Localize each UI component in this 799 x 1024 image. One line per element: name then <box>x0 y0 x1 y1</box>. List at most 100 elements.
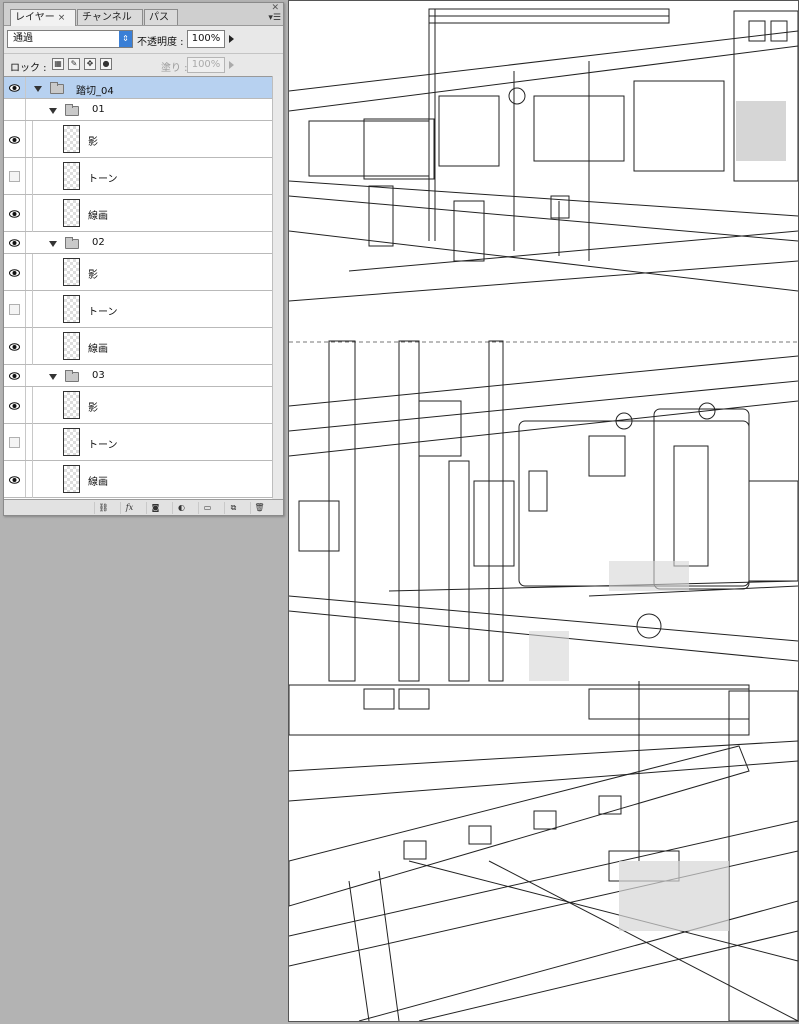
indent-guide <box>32 121 33 158</box>
tab-layers-label: レイヤー <box>15 12 55 23</box>
folder-icon <box>65 104 79 116</box>
lock-move-icon[interactable]: ✥ <box>84 58 96 70</box>
expand-triangle-icon[interactable] <box>34 86 42 92</box>
visibility-cell[interactable] <box>4 195 26 231</box>
hidden-visibility-box[interactable] <box>9 304 20 315</box>
new-group-icon[interactable]: ▭ <box>198 502 216 514</box>
layer-thumbnail <box>63 391 80 419</box>
folder-icon <box>50 82 64 94</box>
layer-name: トーン <box>88 174 118 185</box>
link-icon[interactable]: ⛓ <box>94 502 112 514</box>
eye-icon[interactable] <box>9 136 20 144</box>
eye-icon[interactable] <box>9 402 20 410</box>
layer-name: 影 <box>88 270 98 281</box>
eye-icon[interactable] <box>9 372 20 380</box>
layer-name: 線画 <box>88 211 108 222</box>
eye-icon[interactable] <box>9 343 20 351</box>
expand-triangle-icon[interactable] <box>49 241 57 247</box>
layer-name: 01 <box>92 104 105 115</box>
opacity-slider-arrow-icon[interactable] <box>229 35 234 43</box>
tab-close-icon[interactable]: × <box>58 13 66 23</box>
layer-thumbnail <box>63 125 80 153</box>
tab-layers[interactable]: レイヤー × <box>10 9 76 26</box>
mask-icon[interactable]: ◙ <box>146 502 164 514</box>
visibility-cell[interactable] <box>4 461 26 497</box>
layer-subgroup-row[interactable]: 02 <box>4 232 272 254</box>
eye-icon[interactable] <box>9 84 20 92</box>
indent-guide <box>32 387 33 424</box>
layer-row[interactable]: 線画 <box>4 195 272 232</box>
lock-all-icon[interactable]: ● <box>100 58 112 70</box>
eye-icon[interactable] <box>9 269 20 277</box>
adjustment-icon[interactable]: ◐ <box>172 502 190 514</box>
indent-guide <box>32 291 33 328</box>
lock-paint-icon[interactable]: ✎ <box>68 58 80 70</box>
layer-thumbnail <box>63 199 80 227</box>
layer-name: 踏切_04 <box>76 86 114 97</box>
fill-input[interactable]: 100% <box>187 57 225 73</box>
indent-guide <box>32 158 33 195</box>
hidden-visibility-box[interactable] <box>9 171 20 182</box>
blend-mode-value: 通過 <box>13 33 33 44</box>
opacity-input[interactable]: 100% <box>187 30 225 48</box>
indent-guide <box>32 424 33 461</box>
layers-panel: レイヤー × チャンネル パス ✕ ▾☰ 通過 ⇕ 不透明度 : 100% ロック… <box>3 2 284 516</box>
expand-triangle-icon[interactable] <box>49 374 57 380</box>
layer-name: 影 <box>88 403 98 414</box>
layer-row[interactable]: トーン <box>4 424 272 461</box>
visibility-cell[interactable] <box>4 254 26 290</box>
expand-triangle-icon[interactable] <box>49 108 57 114</box>
panel-tab-bar: レイヤー × チャンネル パス ✕ ▾☰ <box>4 3 283 26</box>
trash-icon[interactable]: 🗑 <box>250 502 268 514</box>
visibility-cell[interactable] <box>4 365 26 386</box>
visibility-cell[interactable] <box>4 328 26 364</box>
indent-guide <box>32 195 33 232</box>
eye-icon[interactable] <box>9 476 20 484</box>
lock-label: ロック : <box>10 63 47 74</box>
eye-icon[interactable] <box>9 239 20 247</box>
lock-row: ロック : ▦ ✎ ✥ ● 塗り : 100% <box>4 53 283 76</box>
panel-menu-icon[interactable]: ▾☰ <box>268 13 281 23</box>
layer-thumbnail <box>63 295 80 323</box>
layer-row[interactable]: 影 <box>4 254 272 291</box>
chevron-updown-icon[interactable]: ⇕ <box>119 31 132 47</box>
layer-list-scrollbar[interactable] <box>272 76 283 498</box>
layer-row[interactable]: 影 <box>4 121 272 158</box>
tab-paths[interactable]: パス <box>144 9 178 25</box>
visibility-cell[interactable] <box>4 158 26 194</box>
tab-channels[interactable]: チャンネル <box>77 9 143 25</box>
visibility-cell[interactable] <box>4 232 26 253</box>
visibility-cell[interactable] <box>4 99 26 120</box>
folder-icon <box>65 237 79 249</box>
layer-subgroup-row[interactable]: 03 <box>4 365 272 387</box>
document-canvas[interactable] <box>288 0 799 1022</box>
layer-thumbnail <box>63 162 80 190</box>
tab-channels-label: チャンネル <box>82 12 132 23</box>
blend-mode-select[interactable]: 通過 ⇕ <box>7 30 133 48</box>
layer-row[interactable]: 線画 <box>4 328 272 365</box>
visibility-cell[interactable] <box>4 121 26 157</box>
eye-icon[interactable] <box>9 210 20 218</box>
line-art-illustration <box>289 8 798 1021</box>
visibility-cell[interactable] <box>4 291 26 327</box>
layer-row[interactable]: トーン <box>4 291 272 328</box>
panel-close-icon[interactable]: ✕ <box>271 3 279 13</box>
folder-icon <box>65 370 79 382</box>
layer-row[interactable]: 影 <box>4 387 272 424</box>
new-layer-icon[interactable]: ⧉ <box>224 502 242 514</box>
fill-label: 塗り : <box>161 63 188 74</box>
layer-row[interactable]: トーン <box>4 158 272 195</box>
opacity-label: 不透明度 : <box>137 37 184 48</box>
visibility-cell[interactable] <box>4 77 26 98</box>
layer-group-row[interactable]: 踏切_04 <box>4 77 272 99</box>
visibility-cell[interactable] <box>4 424 26 460</box>
layer-subgroup-row[interactable]: 01 <box>4 99 272 121</box>
hidden-visibility-box[interactable] <box>9 437 20 448</box>
layer-list: 踏切_04 01 影 トーン 線画 02 影 トーン 線画 03 影 トーン 線… <box>4 76 272 499</box>
lock-transparent-icon[interactable]: ▦ <box>52 58 64 70</box>
layer-thumbnail <box>63 428 80 456</box>
layer-row[interactable]: 線画 <box>4 461 272 498</box>
indent-guide <box>32 461 33 498</box>
fx-icon[interactable]: fx <box>120 502 138 514</box>
visibility-cell[interactable] <box>4 387 26 423</box>
